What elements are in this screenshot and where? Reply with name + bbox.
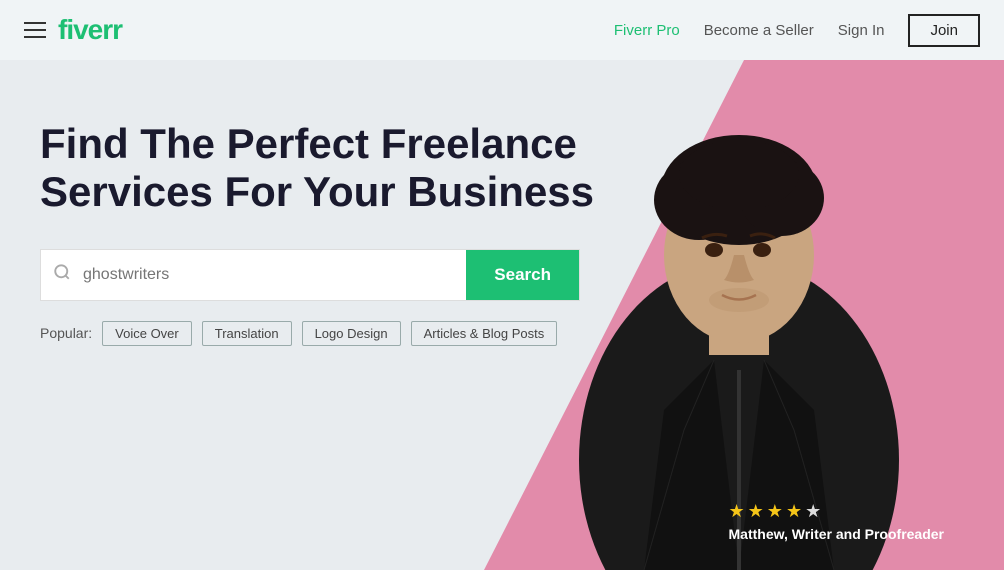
hero-content: Find The Perfect Freelance Services For … <box>40 120 594 346</box>
popular-row: Popular: Voice Over Translation Logo Des… <box>40 321 594 346</box>
tag-articles[interactable]: Articles & Blog Posts <box>411 321 558 346</box>
search-icon <box>41 263 83 286</box>
tag-logo-design[interactable]: Logo Design <box>302 321 401 346</box>
star-2: ★ <box>748 501 764 522</box>
nav-fiverr-pro[interactable]: Fiverr Pro <box>614 22 680 39</box>
hero-title: Find The Perfect Freelance Services For … <box>40 120 594 217</box>
star-3: ★ <box>767 501 783 522</box>
search-button[interactable]: Search <box>466 249 579 301</box>
logo[interactable]: fiverr <box>58 14 122 46</box>
navbar-right: Fiverr Pro Become a Seller Sign In Join <box>614 14 980 47</box>
navbar-left: fiverr <box>24 14 122 46</box>
navbar: fiverr Fiverr Pro Become a Seller Sign I… <box>0 0 1004 60</box>
nav-sign-in[interactable]: Sign In <box>838 22 885 39</box>
user-name: Matthew, Writer and Proofreader <box>729 526 944 542</box>
logo-text: fiverr <box>58 14 122 45</box>
hero-title-line2: Services For Your Business <box>40 168 594 215</box>
search-bar: Search <box>40 249 580 301</box>
join-button[interactable]: Join <box>908 14 980 47</box>
hero-section: Find The Perfect Freelance Services For … <box>0 60 1004 570</box>
user-badge: ★ ★ ★ ★ ★ Matthew, Writer and Proofreade… <box>729 501 944 542</box>
nav-become-seller[interactable]: Become a Seller <box>704 22 814 39</box>
popular-label: Popular: <box>40 325 92 341</box>
search-input[interactable] <box>83 266 466 284</box>
star-rating: ★ ★ ★ ★ ★ <box>729 501 822 522</box>
tag-voice-over[interactable]: Voice Over <box>102 321 192 346</box>
star-1: ★ <box>729 501 745 522</box>
hamburger-menu[interactable] <box>24 22 46 38</box>
star-4: ★ <box>786 501 802 522</box>
star-5: ★ <box>805 501 821 522</box>
hero-title-line1: Find The Perfect Freelance <box>40 120 577 167</box>
tag-translation[interactable]: Translation <box>202 321 292 346</box>
